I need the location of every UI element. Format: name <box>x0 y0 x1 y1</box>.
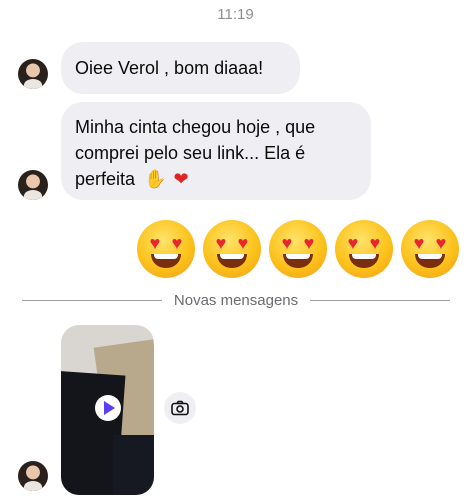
avatar[interactable] <box>18 461 48 491</box>
emoji-message[interactable]: ♥ ♥ ♥ ♥ ♥ ♥ ♥ ♥ ♥ ♥ <box>137 220 459 278</box>
avatar[interactable] <box>18 59 48 89</box>
raised-hand-icon: ✋ <box>144 169 167 189</box>
new-messages-divider: Novas mensagens <box>22 290 451 310</box>
divider-line <box>22 299 162 301</box>
message-bubble[interactable]: Minha cinta chegou hoje , que comprei pe… <box>61 102 371 200</box>
divider-line <box>310 299 451 301</box>
heart-eyes-emoji-icon: ♥ ♥ <box>335 220 393 278</box>
red-heart-icon: ❤ <box>173 169 189 189</box>
camera-icon[interactable] <box>164 392 196 424</box>
message-text-line: perfeita <box>75 169 136 189</box>
heart-eyes-emoji-icon: ♥ ♥ <box>203 220 261 278</box>
avatar[interactable] <box>18 170 48 200</box>
heart-eyes-emoji-icon: ♥ ♥ <box>137 220 195 278</box>
divider-label: Novas mensagens <box>173 291 299 309</box>
message-text-line: comprei pelo seu link... Ela é <box>75 143 306 163</box>
heart-eyes-emoji-icon: ♥ ♥ <box>269 220 327 278</box>
camera-glyph <box>171 400 189 416</box>
play-icon[interactable] <box>95 395 121 421</box>
message-text-line: Minha cinta chegou hoje , que <box>75 117 316 137</box>
message-text: Oiee Verol , bom diaaa! <box>75 58 264 78</box>
message-bubble[interactable]: Oiee Verol , bom diaaa! <box>61 42 300 94</box>
message-timestamp: 11:19 <box>217 6 254 23</box>
thumbnail-image <box>113 435 154 495</box>
heart-eyes-emoji-icon: ♥ ♥ <box>401 220 459 278</box>
